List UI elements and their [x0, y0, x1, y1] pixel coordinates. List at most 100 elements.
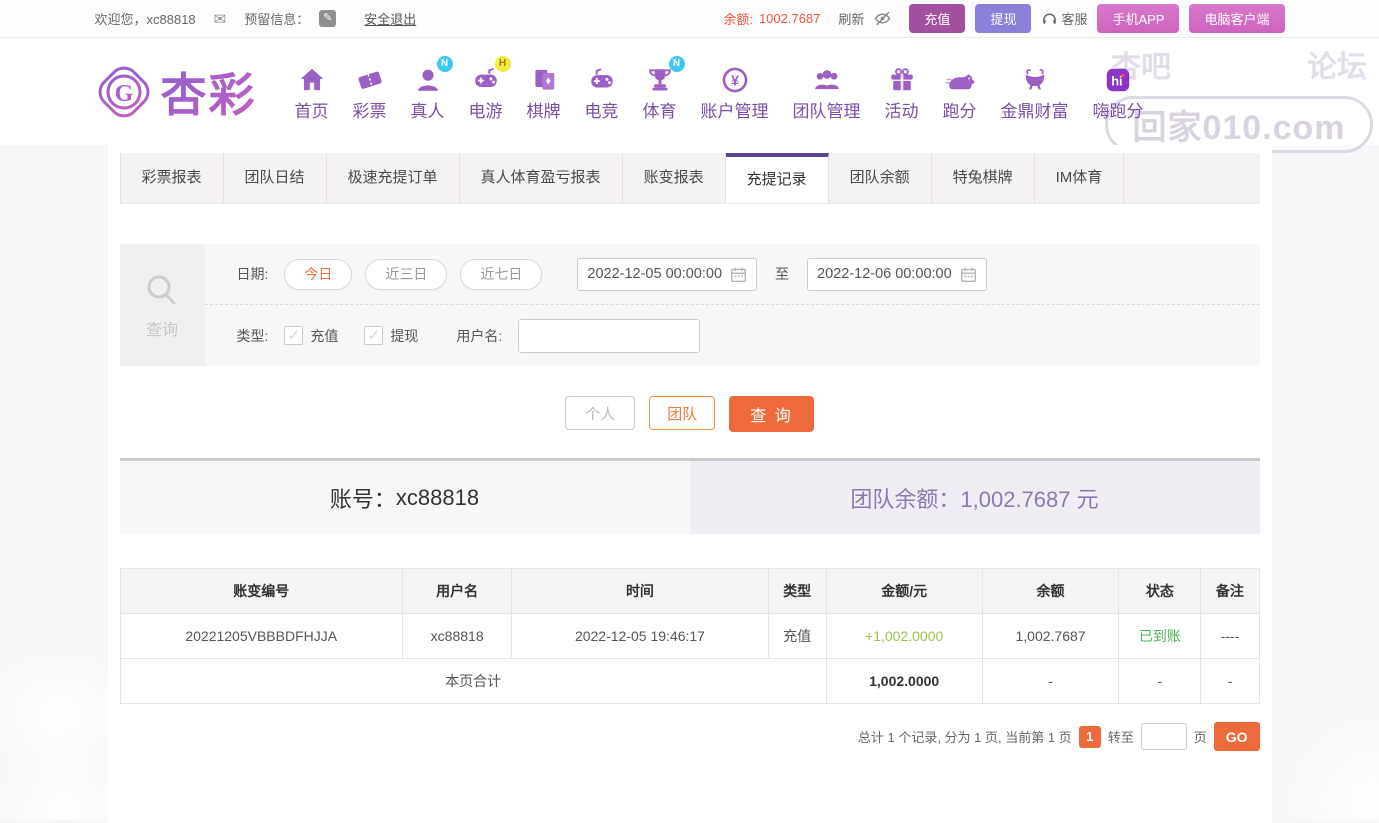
watermark-text-right: 论坛 [1307, 51, 1367, 84]
search-panel: 查询 日期: 今日 近三日 近七日 2022-12-05 00:00:00 至 … [119, 244, 1260, 366]
goto-label: 转至 [1107, 730, 1134, 745]
nav-item-cards[interactable]: 棋牌 [517, 61, 571, 122]
col-balance: 余额 [981, 568, 1120, 614]
withdraw-button[interactable]: 提现 [975, 4, 1032, 33]
report-tabbar: 彩票报表 团队日结 极速充提订单 真人体育盈亏报表 账变报表 充提记录 团队余额… [119, 153, 1260, 204]
balance-label: 余额: [723, 12, 753, 27]
nav-item-team-management[interactable]: 团队管理 [783, 61, 871, 122]
goto-page-input[interactable] [1140, 723, 1187, 750]
tab-account-change[interactable]: 账变报表 [623, 153, 726, 203]
cell-change-id: 20221205VBBBDFHJJA [119, 613, 403, 659]
nav-item-paofen[interactable]: 跑分 [933, 61, 987, 122]
type-label: 类型: [236, 327, 269, 344]
tab-fast-orders[interactable]: 极速充提订单 [327, 153, 460, 203]
search-icon [147, 275, 176, 305]
team-button[interactable]: 团队 [649, 396, 716, 430]
current-page-button[interactable]: 1 [1078, 725, 1101, 748]
query-button[interactable]: 查 询 [729, 396, 814, 432]
summary-label: 本页合计 [119, 658, 827, 704]
table-summary-row: 本页合计 1,002.0000 - - - [119, 658, 1260, 704]
date-to-input[interactable]: 2022-12-06 00:00:00 [807, 257, 987, 291]
range-today-button[interactable]: 今日 [284, 258, 353, 290]
col-amount: 金额/元 [825, 568, 983, 614]
site-logo[interactable]: G 杏彩 [95, 59, 257, 125]
nav-item-sports[interactable]: N 体育 [633, 56, 687, 122]
main-nav: 首页 彩票 N 真人 H 电游 棋牌 电竞 N 体育 ¥ 账户管理 团队管理 活… [285, 56, 1154, 122]
tab-live-sports-pl[interactable]: 真人体育盈亏报表 [460, 153, 623, 203]
team-icon [812, 61, 842, 95]
welcome-text: 欢迎您，xc88818 [94, 12, 196, 27]
service-label: 客服 [1061, 12, 1088, 27]
service-link[interactable]: 客服 [1041, 9, 1087, 28]
refresh-link[interactable]: 刷新 [838, 9, 864, 28]
date-label: 日期: [236, 266, 269, 282]
username-input[interactable] [518, 318, 701, 353]
account-number: 账号： xc88818 [119, 461, 690, 534]
gift-icon [887, 61, 917, 95]
checkbox-box: ✓ [284, 326, 304, 345]
tab-deposit-withdraw-records[interactable]: 充提记录 [725, 153, 829, 203]
nav-item-account-management[interactable]: ¥ 账户管理 [691, 61, 779, 122]
go-button[interactable]: GO [1213, 722, 1260, 751]
eye-slash-icon[interactable] [874, 10, 891, 27]
tab-team-balance[interactable]: 团队余额 [829, 153, 932, 203]
message-envelope-icon[interactable]: ✉ [214, 10, 227, 28]
balance-value: 1002.7687 [758, 11, 821, 26]
search-side-label: 查询 [145, 322, 178, 339]
ticket-icon [355, 61, 385, 95]
pc-client-button[interactable]: 电脑客户端 [1189, 4, 1285, 33]
edit-icon[interactable]: ✎ [319, 10, 337, 27]
team-balance: 团队余额： 1,002.7687 元 [689, 461, 1260, 534]
hi-icon: hi [1103, 61, 1133, 95]
pagination-summary: 总计 1 个记录, 分为 1 页, 当前第 1 页 [857, 730, 1072, 745]
date-filter-row: 日期: 今日 近三日 近七日 2022-12-05 00:00:00 至 202… [204, 244, 1260, 305]
date-from-input[interactable]: 2022-12-05 00:00:00 [577, 257, 758, 291]
action-buttons: 个人 团队 查 询 [120, 396, 1260, 432]
col-remark: 备注 [1200, 568, 1260, 614]
nav-item-activity[interactable]: 活动 [875, 61, 929, 122]
deposit-button[interactable]: 充值 [909, 4, 966, 33]
svg-text:G: G [114, 81, 133, 107]
logout-link[interactable]: 安全退出 [364, 9, 416, 28]
nav-item-esports[interactable]: 电竞 [575, 61, 629, 122]
cell-amount: +1,002.0000 [825, 613, 983, 659]
nav-item-live[interactable]: N 真人 [401, 56, 455, 122]
range-3days-button[interactable]: 近三日 [365, 258, 448, 290]
cell-balance: 1,002.7687 [981, 613, 1120, 659]
type-withdraw-checkbox[interactable]: ✓ 提现 [364, 326, 418, 346]
range-7days-button[interactable]: 近七日 [460, 258, 543, 290]
account-summary-bar: 账号： xc88818 团队余额： 1,002.7687 元 [119, 461, 1260, 534]
calendar-icon [960, 267, 976, 282]
sports-trophy-icon: N [645, 56, 685, 95]
tab-lottery-report[interactable]: 彩票报表 [119, 153, 224, 203]
table-header-row: 账变编号 用户名 时间 类型 金额/元 余额 状态 备注 [119, 568, 1260, 614]
col-time: 时间 [511, 568, 769, 614]
esports-icon [587, 61, 617, 95]
badge-n: N [436, 56, 453, 72]
mobile-app-button[interactable]: 手机APP [1097, 4, 1180, 33]
tab-tetu-cards[interactable]: 特兔棋牌 [932, 153, 1035, 203]
nav-item-hipaofen[interactable]: hi 嗨跑分 [1083, 61, 1154, 122]
date-to-label: 至 [775, 266, 790, 282]
logo-text: 杏彩 [161, 59, 257, 125]
cell-username: xc88818 [401, 613, 513, 659]
cell-status: 已到账 [1118, 613, 1202, 659]
tab-im-sports[interactable]: IM体育 [1035, 153, 1125, 203]
cards-icon [529, 61, 559, 95]
col-username: 用户名 [401, 568, 513, 614]
summary-amount: 1,002.0000 [825, 658, 983, 704]
tab-team-daily[interactable]: 团队日结 [224, 153, 327, 203]
calendar-icon [731, 267, 747, 282]
summary-remark: - [1200, 658, 1260, 704]
nav-item-jinding[interactable]: 金鼎财富 [991, 61, 1079, 122]
type-deposit-checkbox[interactable]: ✓ 充值 [284, 326, 338, 346]
nav-item-lottery[interactable]: 彩票 [343, 61, 397, 122]
table-row: 20221205VBBBDFHJJA xc88818 2022-12-05 19… [119, 613, 1260, 659]
personal-button[interactable]: 个人 [565, 396, 636, 430]
nav-item-home[interactable]: 首页 [285, 61, 339, 122]
headset-icon [1043, 13, 1057, 24]
type-filter-row: 类型: ✓ 充值 ✓ 提现 用户名: [205, 305, 1260, 366]
site-header: 杏吧 论坛 回家010.com G 杏彩 首页 彩票 N 真人 H 电游 棋牌 … [0, 38, 1379, 153]
nav-item-egame[interactable]: H 电游 [459, 56, 513, 122]
rhino-icon [944, 61, 976, 95]
